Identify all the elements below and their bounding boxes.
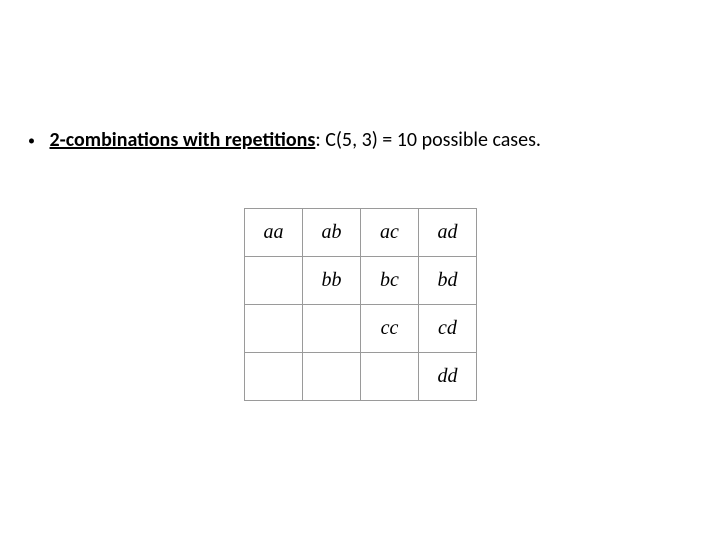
slide: • 2-combinations with repetitions: C(5, …: [0, 0, 720, 540]
table-row: cc cd: [245, 305, 477, 353]
table-cell: [303, 353, 361, 401]
table-cell: [361, 353, 419, 401]
table-cell: cd: [419, 305, 477, 353]
table-row: aa ab ac ad: [245, 209, 477, 257]
table-cell: [245, 353, 303, 401]
table-cell: [303, 305, 361, 353]
table-cell: bb: [303, 257, 361, 305]
table-cell: ac: [361, 209, 419, 257]
table-cell: cc: [361, 305, 419, 353]
combinations-table-wrap: aa ab ac ad bb bc bd cc cd dd: [244, 208, 477, 401]
bullet-rest-text: : C(5, 3) = 10 possible cases.: [315, 128, 541, 152]
bullet-bold-text: 2-combinations with repetitions: [50, 128, 316, 152]
table-cell: [245, 305, 303, 353]
bullet-marker: •: [28, 133, 35, 150]
bullet-line: • 2-combinations with repetitions: C(5, …: [28, 128, 541, 152]
table-cell: bd: [419, 257, 477, 305]
table-cell: aa: [245, 209, 303, 257]
table-cell: [245, 257, 303, 305]
combinations-table: aa ab ac ad bb bc bd cc cd dd: [244, 208, 477, 401]
table-cell: dd: [419, 353, 477, 401]
table-cell: ad: [419, 209, 477, 257]
table-cell: ab: [303, 209, 361, 257]
table-row: bb bc bd: [245, 257, 477, 305]
table-cell: bc: [361, 257, 419, 305]
table-row: dd: [245, 353, 477, 401]
